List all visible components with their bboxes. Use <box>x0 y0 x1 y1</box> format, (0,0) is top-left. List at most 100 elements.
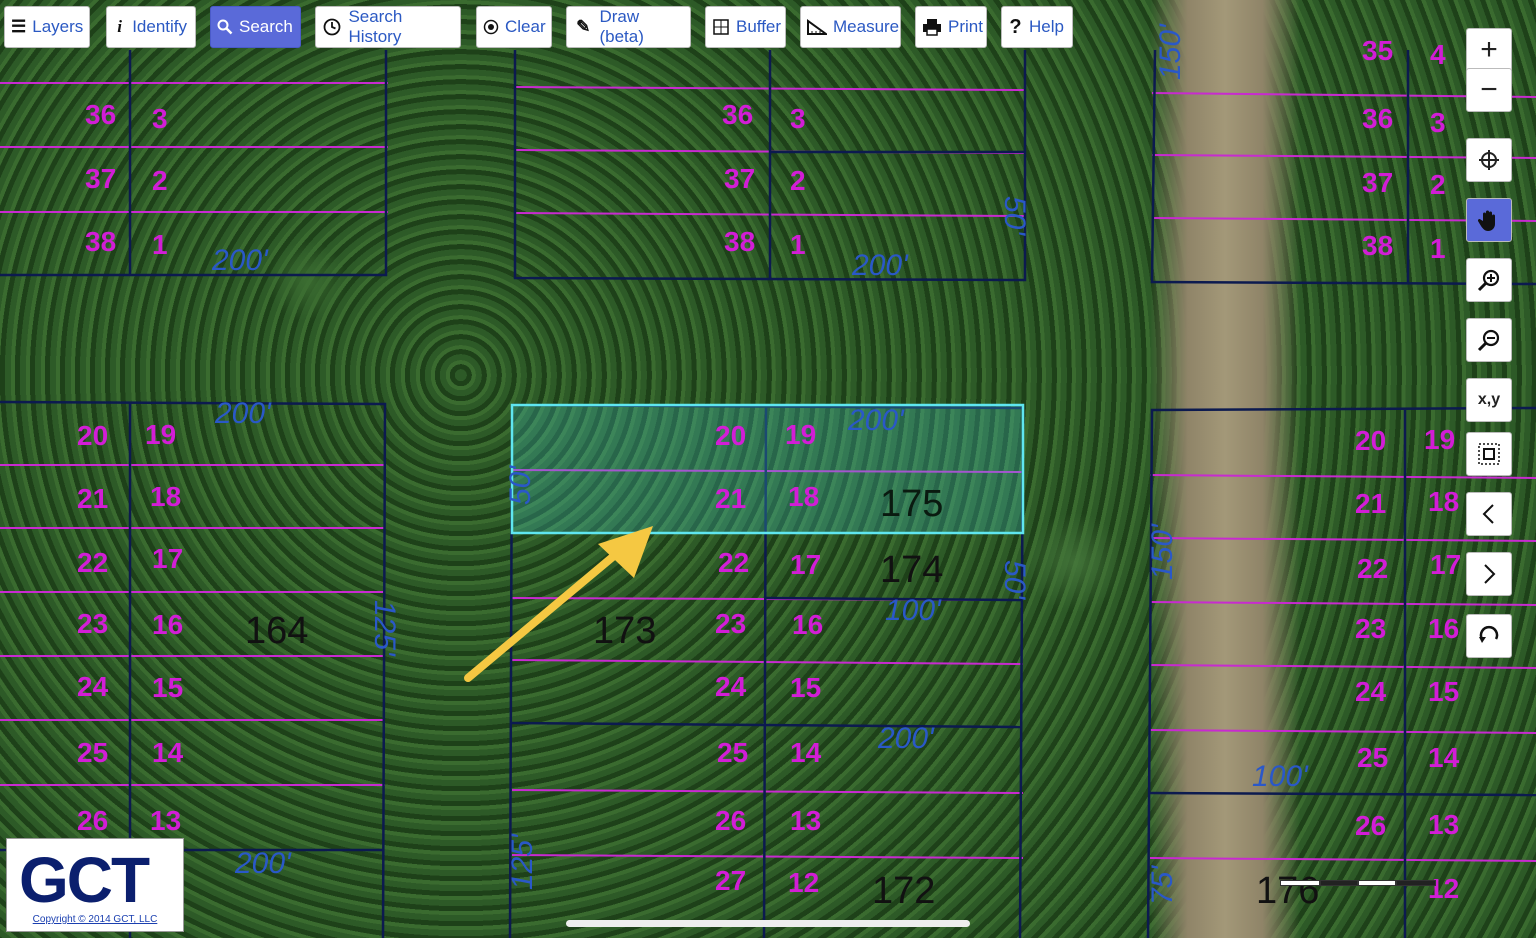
locate-button[interactable] <box>1466 138 1512 182</box>
svg-text:19: 19 <box>145 419 176 450</box>
svg-text:26: 26 <box>1355 810 1386 841</box>
plus-icon: + <box>1480 33 1498 66</box>
identify-button[interactable]: i Identify <box>106 6 196 48</box>
svg-text:125': 125' <box>506 833 539 890</box>
info-icon: i <box>117 17 122 36</box>
svg-text:19: 19 <box>1424 424 1455 455</box>
svg-text:26: 26 <box>715 805 746 836</box>
next-extent-button[interactable] <box>1466 552 1512 596</box>
svg-text:22: 22 <box>718 547 749 578</box>
zoom-out-button[interactable]: − <box>1466 68 1512 112</box>
svg-text:18: 18 <box>150 481 181 512</box>
zoom-in-tool-button[interactable] <box>1466 258 1512 302</box>
print-button[interactable]: Print <box>915 6 987 48</box>
svg-text:13: 13 <box>1428 809 1459 840</box>
search-button[interactable]: Search <box>210 6 301 48</box>
svg-text:21: 21 <box>77 483 108 514</box>
draw-button[interactable]: ✎ Draw (beta) <box>566 6 691 48</box>
svg-text:100': 100' <box>1252 760 1309 793</box>
magnifier-minus-icon <box>1477 329 1500 352</box>
svg-text:24: 24 <box>77 671 109 702</box>
buffer-grid-icon <box>712 16 730 38</box>
svg-text:12: 12 <box>788 867 819 898</box>
full-extent-button[interactable] <box>1466 432 1512 476</box>
svg-text:16: 16 <box>1428 613 1459 644</box>
clear-circle-icon <box>483 16 499 38</box>
svg-text:36: 36 <box>722 99 753 130</box>
svg-text:38: 38 <box>724 226 755 257</box>
chevron-right-icon <box>1484 564 1496 584</box>
svg-text:50': 50' <box>998 196 1031 236</box>
svg-text:3: 3 <box>790 103 806 134</box>
svg-text:17: 17 <box>1430 549 1461 580</box>
scale-bar <box>1280 880 1436 888</box>
xy-coordinates-button[interactable]: x,y <box>1466 378 1512 422</box>
pan-button[interactable] <box>1466 198 1512 242</box>
block-175: 175 <box>880 483 943 525</box>
svg-text:2: 2 <box>1430 169 1446 200</box>
svg-text:15: 15 <box>790 672 821 703</box>
svg-text:36: 36 <box>85 99 116 130</box>
svg-text:17: 17 <box>790 549 821 580</box>
svg-text:3: 3 <box>152 103 168 134</box>
chevron-left-icon <box>1482 504 1494 524</box>
svg-text:26: 26 <box>77 805 108 836</box>
question-icon: ? <box>1009 15 1022 38</box>
svg-text:150': 150' <box>1154 23 1187 80</box>
measure-label: Measure <box>833 17 900 36</box>
ruler-icon <box>807 16 827 38</box>
measure-button[interactable]: Measure <box>800 6 901 48</box>
identify-label: Identify <box>132 17 187 36</box>
clear-button[interactable]: Clear <box>476 6 552 48</box>
svg-text:25: 25 <box>1357 742 1388 773</box>
printer-icon <box>922 16 942 38</box>
svg-text:50': 50' <box>504 465 537 505</box>
svg-text:22: 22 <box>1357 553 1388 584</box>
copyright-link[interactable]: Copyright © 2014 GCT, LLC <box>7 914 183 925</box>
svg-text:21: 21 <box>715 483 746 514</box>
svg-text:200': 200' <box>851 249 909 282</box>
svg-text:14: 14 <box>152 737 184 768</box>
layers-button[interactable]: ☰ Layers <box>4 6 90 48</box>
clock-icon <box>322 16 342 38</box>
svg-text:50': 50' <box>998 560 1031 600</box>
svg-text:200': 200' <box>211 244 269 277</box>
svg-text:23: 23 <box>1355 613 1386 644</box>
yellow-arrow-icon <box>464 526 653 682</box>
svg-text:21: 21 <box>1355 488 1386 519</box>
parcel-overlay: 36 3 37 2 38 1 36 3 37 2 38 1 35 4 36 3 37 2 38 1 … <box>0 23 1536 938</box>
svg-text:18: 18 <box>788 481 819 512</box>
zoom-in-button[interactable]: + <box>1466 28 1512 72</box>
magnifier-plus-icon <box>1477 269 1500 292</box>
svg-text:17: 17 <box>152 543 183 574</box>
aerial-map[interactable]: 36 3 37 2 38 1 36 3 37 2 38 1 35 4 36 3 37 2 38 1 … <box>0 0 1536 938</box>
svg-text:23: 23 <box>715 608 746 639</box>
home-indicator[interactable] <box>566 920 970 927</box>
refresh-button[interactable] <box>1466 614 1512 658</box>
logo-text: GCT <box>19 844 150 916</box>
search-label: Search <box>239 17 293 36</box>
svg-text:27: 27 <box>715 865 746 896</box>
block-174: 174 <box>880 549 943 591</box>
xy-label: x,y <box>1477 391 1501 408</box>
svg-text:24: 24 <box>1355 676 1387 707</box>
svg-text:25: 25 <box>717 737 748 768</box>
svg-text:14: 14 <box>790 737 822 768</box>
svg-text:125': 125' <box>368 600 401 657</box>
svg-text:1: 1 <box>152 229 168 260</box>
refresh-icon <box>1479 625 1499 643</box>
print-label: Print <box>948 17 983 36</box>
svg-text:25: 25 <box>77 737 108 768</box>
zoom-out-tool-button[interactable] <box>1466 318 1512 362</box>
svg-text:16: 16 <box>792 609 823 640</box>
search-history-label: Search History <box>348 7 403 46</box>
buffer-button[interactable]: Buffer <box>705 6 786 48</box>
svg-text:1: 1 <box>1430 233 1446 264</box>
menu-icon: ☰ <box>11 17 27 36</box>
previous-extent-button[interactable] <box>1466 492 1512 536</box>
svg-text:37: 37 <box>724 163 755 194</box>
search-history-button[interactable]: Search History <box>315 6 461 48</box>
svg-text:36: 36 <box>1362 103 1393 134</box>
svg-text:3: 3 <box>1430 107 1446 138</box>
help-button[interactable]: ? Help <box>1001 6 1073 48</box>
